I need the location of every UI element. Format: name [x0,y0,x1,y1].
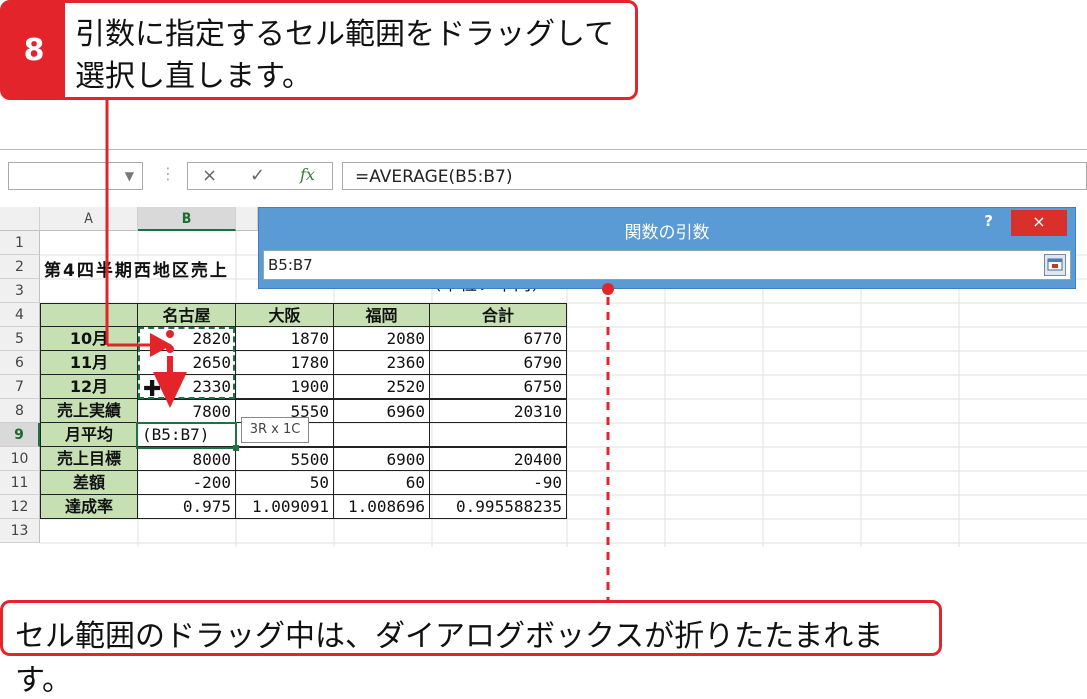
note-text: セル範囲のドラッグ中は、ダイアログボックスが折りたたまれます。 [15,619,884,698]
annotation-overlay [105,100,614,600]
note-callout: セル範囲のドラッグ中は、ダイアログボックスが折りたたまれます。 [0,600,942,698]
note-connector-line [602,283,614,600]
step-connector-line [105,100,172,357]
